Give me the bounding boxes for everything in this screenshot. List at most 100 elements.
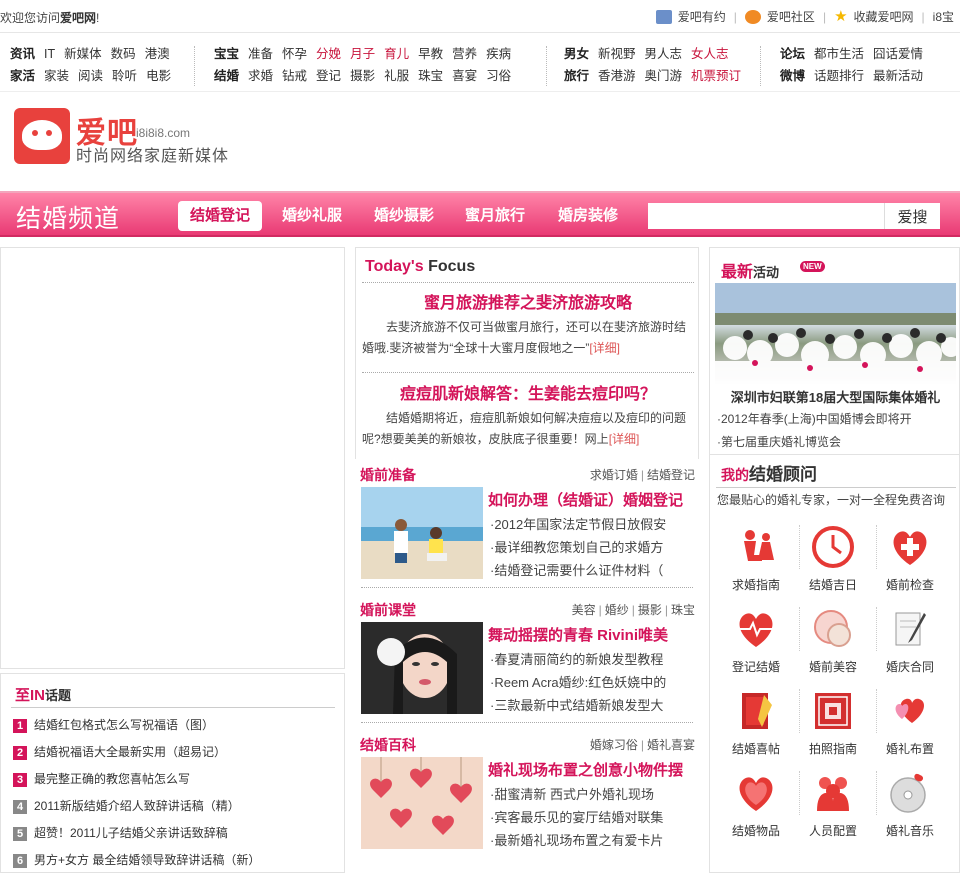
- advisor-item[interactable]: 婚礼音乐: [872, 771, 948, 839]
- heart-decor-photo[interactable]: [361, 757, 483, 849]
- nav-link[interactable]: 钻戒: [282, 65, 307, 87]
- nav-link[interactable]: 家装: [44, 65, 69, 87]
- event-list-item[interactable]: ·2012年春季(上海)中国婚博会即将开: [717, 410, 912, 427]
- top-link-youyue[interactable]: 爱吧有约: [655, 8, 726, 25]
- list-item[interactable]: ·结婚登记需要什么证件材料（: [490, 559, 695, 582]
- tab-honeymoon[interactable]: 蜜月旅行: [453, 201, 537, 231]
- site-logo[interactable]: 爱吧 i8i8i8.com 时尚网络家庭新媒体: [14, 108, 234, 168]
- nav-link[interactable]: 怀孕: [282, 43, 307, 65]
- nav-link[interactable]: 旅行: [564, 65, 589, 87]
- beach-proposal-photo[interactable]: [361, 487, 483, 579]
- nav-link[interactable]: 都市生活: [814, 43, 864, 65]
- section-link[interactable]: 珠宝: [671, 603, 695, 617]
- list-item[interactable]: ·甜蜜清新 西式户外婚礼现场: [490, 783, 695, 806]
- list-item[interactable]: ·宾客最乐见的宴厅结婚对联集: [490, 806, 695, 829]
- nav-link[interactable]: 微博: [780, 65, 805, 87]
- list-item[interactable]: ·春夏清丽简约的新娘发型教程: [490, 648, 695, 671]
- list-item[interactable]: ·三款最新中式结婚新娘发型大: [490, 694, 695, 717]
- nav-link[interactable]: 准备: [248, 43, 273, 65]
- nav-link[interactable]: 男人志: [645, 43, 683, 65]
- nav-link[interactable]: 疾病: [486, 43, 511, 65]
- nav-link[interactable]: 阅读: [78, 65, 103, 87]
- search-input[interactable]: [648, 203, 884, 229]
- section-link[interactable]: 婚礼喜宴: [647, 738, 695, 752]
- nav-link[interactable]: 男女: [564, 43, 589, 65]
- topic-item[interactable]: 1 结婚红包格式怎么写祝福语（图）: [13, 712, 343, 739]
- focus-article-title[interactable]: 蜜月旅游推荐之斐济旅游攻略: [356, 289, 700, 313]
- section-heading[interactable]: 婚前准备: [360, 465, 416, 485]
- nav-link[interactable]: 聆听: [112, 65, 137, 87]
- nav-link[interactable]: 新视野: [598, 43, 636, 65]
- nav-link[interactable]: 珠宝: [418, 65, 443, 87]
- nav-link[interactable]: 论坛: [780, 43, 805, 65]
- section-heading[interactable]: 婚前课堂: [360, 600, 416, 620]
- nav-link[interactable]: 习俗: [486, 65, 511, 87]
- tab-home-decor[interactable]: 婚房装修: [546, 201, 630, 231]
- nav-link[interactable]: 香港游: [598, 65, 636, 87]
- advisor-item[interactable]: 婚礼布置: [872, 689, 948, 757]
- section-title[interactable]: 舞动摇摆的青春 Rivini唯美: [488, 624, 668, 645]
- nav-link[interactable]: 奥门游: [645, 65, 683, 87]
- section-link[interactable]: 婚纱: [605, 603, 629, 617]
- nav-link[interactable]: 月子: [350, 43, 375, 65]
- topic-item[interactable]: 2 结婚祝福语大全最新实用（超易记）: [13, 739, 343, 766]
- nav-link[interactable]: 囧话爱情: [873, 43, 923, 65]
- section-heading[interactable]: 结婚百科: [360, 735, 416, 755]
- nav-link[interactable]: 资讯: [10, 43, 35, 65]
- advisor-item[interactable]: 人员配置: [795, 771, 871, 839]
- topic-item[interactable]: 5 超赞！2011儿子结婚父亲讲话致辞稿: [13, 820, 343, 847]
- advisor-item[interactable]: 拍照指南: [795, 689, 871, 757]
- nav-link[interactable]: 育儿: [384, 43, 409, 65]
- advisor-item[interactable]: 结婚物品: [718, 771, 794, 839]
- nav-link[interactable]: 礼服: [384, 65, 409, 87]
- nav-link[interactable]: 摄影: [350, 65, 375, 87]
- list-item[interactable]: ·Reem Acra婚纱:红色妖娆中的: [490, 671, 695, 694]
- nav-link[interactable]: 登记: [316, 65, 341, 87]
- advisor-item[interactable]: 求婚指南: [718, 525, 794, 593]
- advisor-item[interactable]: 婚前检查: [872, 525, 948, 593]
- top-link-community[interactable]: 爱吧社区: [744, 8, 815, 25]
- list-item[interactable]: ·最新婚礼现场布置之有爱卡片: [490, 829, 695, 852]
- advisor-item[interactable]: 登记结婚: [718, 607, 794, 675]
- nav-link[interactable]: 女人志: [691, 43, 729, 65]
- nav-link[interactable]: 新媒体: [64, 43, 102, 65]
- nav-link[interactable]: 电影: [146, 65, 171, 87]
- section-link[interactable]: 摄影: [638, 603, 662, 617]
- top-link-i8bao[interactable]: i8宝: [933, 8, 954, 25]
- top-link-favorite[interactable]: ★ 收藏爱吧网: [834, 8, 913, 25]
- nav-link[interactable]: 宝宝: [214, 43, 239, 65]
- nav-link[interactable]: 港澳: [145, 43, 170, 65]
- tab-wedding-registration[interactable]: 结婚登记: [178, 201, 263, 231]
- advisor-item[interactable]: 婚庆合同: [872, 607, 948, 675]
- advisor-item[interactable]: 结婚吉日: [795, 525, 871, 593]
- tab-wedding-photo[interactable]: 婚纱摄影: [362, 201, 446, 231]
- focus-article-title[interactable]: 痘痘肌新娘解答：生姜能去痘印吗？: [356, 380, 700, 404]
- nav-link[interactable]: 营养: [452, 43, 477, 65]
- topic-item[interactable]: 3 最完整正确的教您喜帖怎么写: [13, 766, 343, 793]
- nav-link[interactable]: 最新活动: [873, 65, 923, 87]
- nav-link[interactable]: IT: [44, 43, 55, 65]
- section-link[interactable]: 求婚订婚: [590, 468, 638, 482]
- section-link[interactable]: 美容: [572, 603, 596, 617]
- bride-portrait-photo[interactable]: [361, 622, 483, 714]
- topic-item[interactable]: 4 2011新版结婚介绍人致辞讲话稿（精）: [13, 793, 343, 820]
- nav-link[interactable]: 早教: [418, 43, 443, 65]
- search-button[interactable]: 爱搜: [884, 203, 940, 229]
- nav-link[interactable]: 话题排行: [814, 65, 864, 87]
- nav-link[interactable]: 喜宴: [452, 65, 477, 87]
- section-link[interactable]: 结婚登记: [647, 468, 695, 482]
- tab-wedding-dress[interactable]: 婚纱礼服: [270, 201, 354, 231]
- nav-link[interactable]: 分娩: [316, 43, 341, 65]
- list-item[interactable]: ·最详细教您策划自己的求婚方: [490, 536, 695, 559]
- advisor-item[interactable]: 结婚喜帖: [718, 689, 794, 757]
- more-link[interactable]: [详细]: [589, 341, 620, 355]
- more-link[interactable]: [详细]: [609, 432, 640, 446]
- advisor-item[interactable]: 婚前美容: [795, 607, 871, 675]
- nav-link[interactable]: 数码: [111, 43, 136, 65]
- nav-link[interactable]: 求婚: [248, 65, 273, 87]
- section-title[interactable]: 婚礼现场布置之创意小物件摆: [488, 759, 683, 780]
- list-item[interactable]: ·2012年国家法定节假日放假安: [490, 513, 695, 536]
- event-list-item[interactable]: ·第七届重庆婚礼博览会: [717, 433, 841, 450]
- nav-link[interactable]: 家活: [10, 65, 35, 87]
- event-caption[interactable]: 深圳市妇联第18届大型国际集体婚礼: [710, 387, 960, 406]
